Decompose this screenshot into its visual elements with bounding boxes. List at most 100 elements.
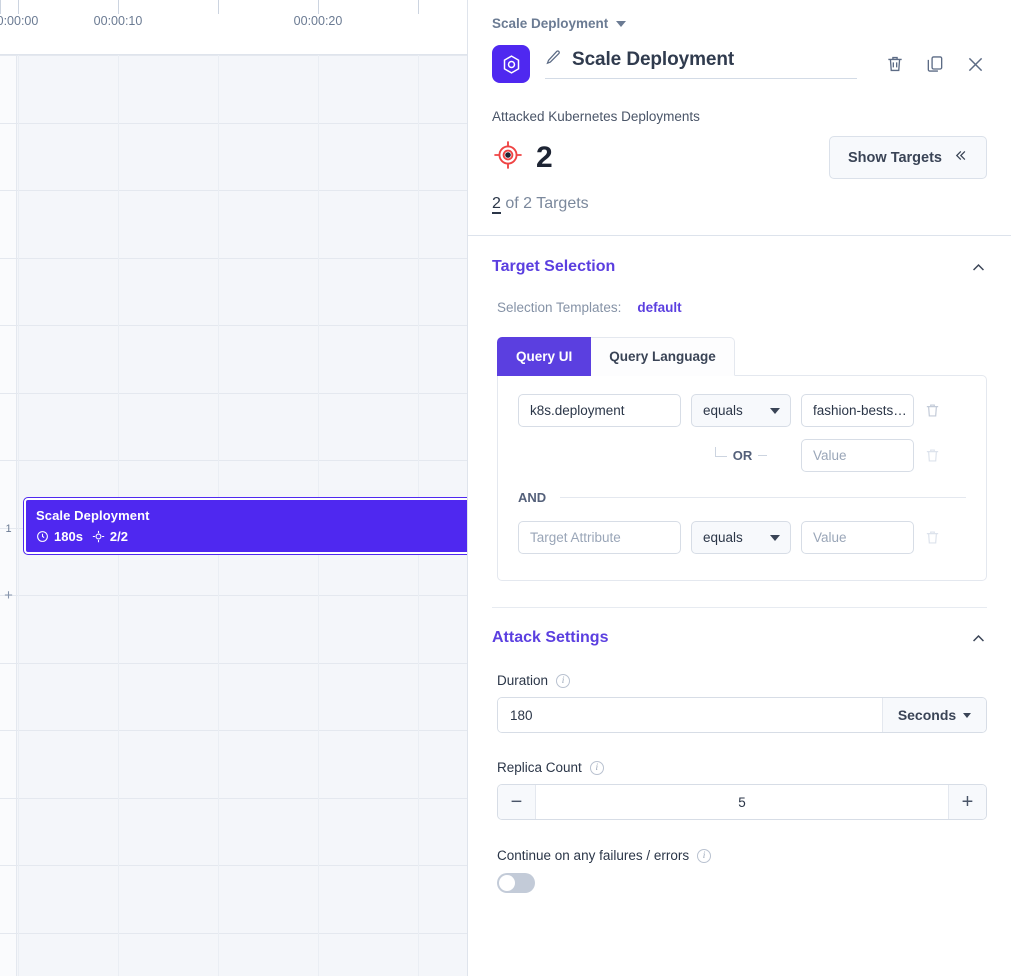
breadcrumb-label: Scale Deployment <box>492 16 608 31</box>
continue-on-failure-toggle[interactable] <box>497 873 535 893</box>
tab-query-ui[interactable]: Query UI <box>497 337 591 376</box>
duration-field: Duration i 180 Seconds <box>497 673 987 733</box>
timeline-row-divider <box>0 730 467 731</box>
chevron-down-icon <box>770 535 780 541</box>
duplicate-button[interactable] <box>923 52 947 76</box>
continue-on-failure-label-row: Continue on any failures / errors i <box>497 848 987 863</box>
panel-header: Scale Deployment Scale Deplo <box>468 0 1011 83</box>
timeline-step-duration: 180s <box>54 529 83 544</box>
clock-icon <box>36 530 49 543</box>
chevrons-left-icon <box>953 148 968 167</box>
delete-button[interactable] <box>883 52 907 76</box>
timeline-panel: 00:00:00 00:00:10 00:00:20 00:00:30 00:0… <box>0 0 468 976</box>
query-operator-value-1: equals <box>703 403 743 418</box>
target-selection-section: Target Selection Selection Templates: de… <box>468 236 1011 581</box>
attack-settings-title: Attack Settings <box>492 629 608 647</box>
targets-summary-rest: of 2 Targets <box>501 195 589 212</box>
query-delete-or-row[interactable] <box>924 447 941 464</box>
replica-count-stepper: − 5 + <box>497 784 987 820</box>
replica-count-input[interactable]: 5 <box>536 785 948 819</box>
query-attribute-input-1[interactable]: k8s.deployment <box>518 394 681 427</box>
timeline-ruler: 00:00:00 00:00:10 00:00:20 00:00:30 00:0… <box>0 0 467 55</box>
timeline-row-divider <box>0 258 467 259</box>
timeline-row-divider <box>0 663 467 664</box>
detail-panel: Scale Deployment Scale Deplo <box>468 0 1011 976</box>
attack-settings-body: Duration i 180 Seconds Replica Count i <box>468 673 1011 893</box>
kubernetes-hexagon-icon <box>492 45 530 83</box>
target-selection-header[interactable]: Target Selection <box>492 258 987 276</box>
timeline-column-line <box>18 55 19 976</box>
targets-summary: Attacked Kubernetes Deployments 2 Show <box>468 83 1011 235</box>
show-targets-button[interactable]: Show Targets <box>829 136 987 179</box>
query-operator-select-2[interactable]: equals <box>691 521 791 554</box>
attack-settings-section: Attack Settings <box>468 608 1011 647</box>
timeline-tick-0: 00:00:00 <box>0 14 38 28</box>
query-tabs: Query UI Query Language <box>492 337 987 376</box>
show-targets-label: Show Targets <box>848 150 942 166</box>
query-operator-value-2: equals <box>703 530 743 545</box>
info-icon[interactable]: i <box>556 674 570 688</box>
info-icon[interactable]: i <box>697 849 711 863</box>
duration-input[interactable]: 180 <box>498 698 882 732</box>
query-delete-row-2[interactable] <box>924 529 941 546</box>
timeline-body: 1 + Scale Deployment 180s <box>0 55 467 976</box>
add-lane-button[interactable]: + <box>0 588 17 603</box>
step-name-input[interactable]: Scale Deployment <box>545 49 857 79</box>
replica-count-field: Replica Count i − 5 + <box>497 760 987 820</box>
breadcrumb[interactable]: Scale Deployment <box>492 16 626 31</box>
timeline-row-divider <box>0 595 467 596</box>
pencil-icon[interactable] <box>545 49 562 71</box>
replica-count-label: Replica Count <box>497 760 582 775</box>
query-row-1: k8s.deployment equals fashion-bests… <box>518 394 966 427</box>
panel-title-row: Scale Deployment <box>492 45 987 83</box>
query-delete-row-1[interactable] <box>924 402 941 419</box>
targets-count-row: 2 Show Targets <box>492 136 987 179</box>
continue-on-failure-field: Continue on any failures / errors i <box>497 848 987 893</box>
query-and-separator: AND <box>518 490 966 505</box>
timeline-row-divider <box>0 460 467 461</box>
query-value-input-2[interactable]: Value <box>801 521 914 554</box>
replica-decrement-button[interactable]: − <box>498 785 536 819</box>
replica-count-label-row: Replica Count i <box>497 760 987 775</box>
timeline-tick-2: 00:00:20 <box>294 14 343 28</box>
timeline-row-divider <box>0 865 467 866</box>
query-attribute-input-2[interactable]: Target Attribute <box>518 521 681 554</box>
targets-summary-text: 2 of 2 Targets <box>492 195 987 213</box>
query-row-2: Target Attribute equals Value <box>518 521 966 554</box>
timeline-row-divider <box>0 933 467 934</box>
query-operator-select-1[interactable]: equals <box>691 394 791 427</box>
timeline-row-divider <box>0 123 467 124</box>
attack-settings-header[interactable]: Attack Settings <box>492 629 987 647</box>
chevron-up-icon[interactable] <box>970 630 987 647</box>
query-and-line <box>560 497 966 498</box>
replica-increment-button[interactable]: + <box>948 785 986 819</box>
timeline-row-divider <box>0 798 467 799</box>
duration-unit-value: Seconds <box>898 707 956 723</box>
close-button[interactable] <box>963 52 987 76</box>
step-name-value: Scale Deployment <box>572 49 734 71</box>
query-or-label: OR <box>733 448 753 463</box>
timeline-row-divider <box>0 325 467 326</box>
selection-template-default[interactable]: default <box>637 300 681 315</box>
query-or-value-input[interactable]: Value <box>801 439 914 472</box>
timeline-step-meta: 180s 2/2 <box>36 529 468 544</box>
duration-label: Duration <box>497 673 548 688</box>
timeline-row-divider <box>0 393 467 394</box>
targets-selected-count[interactable]: 2 <box>492 195 501 214</box>
chevron-down-icon <box>770 408 780 414</box>
duration-unit-select[interactable]: Seconds <box>882 698 986 732</box>
query-and-label: AND <box>518 490 546 505</box>
chevron-up-icon[interactable] <box>970 259 987 276</box>
query-value-input-1[interactable]: fashion-bests… <box>801 394 914 427</box>
timeline-step-targets: 2/2 <box>110 529 128 544</box>
info-icon[interactable]: i <box>590 761 604 775</box>
targets-count-group: 2 <box>492 139 553 176</box>
tab-query-language[interactable]: Query Language <box>591 337 735 376</box>
target-selection-title: Target Selection <box>492 258 615 276</box>
timeline-step-block[interactable]: Scale Deployment 180s 2/2 <box>24 498 468 554</box>
timeline-row-number: 1 <box>0 523 17 535</box>
app-root: 00:00:00 00:00:10 00:00:20 00:00:30 00:0… <box>0 0 1011 976</box>
timeline-row-divider <box>0 190 467 191</box>
duration-control: 180 Seconds <box>497 697 987 733</box>
timeline-row-divider <box>0 55 467 56</box>
